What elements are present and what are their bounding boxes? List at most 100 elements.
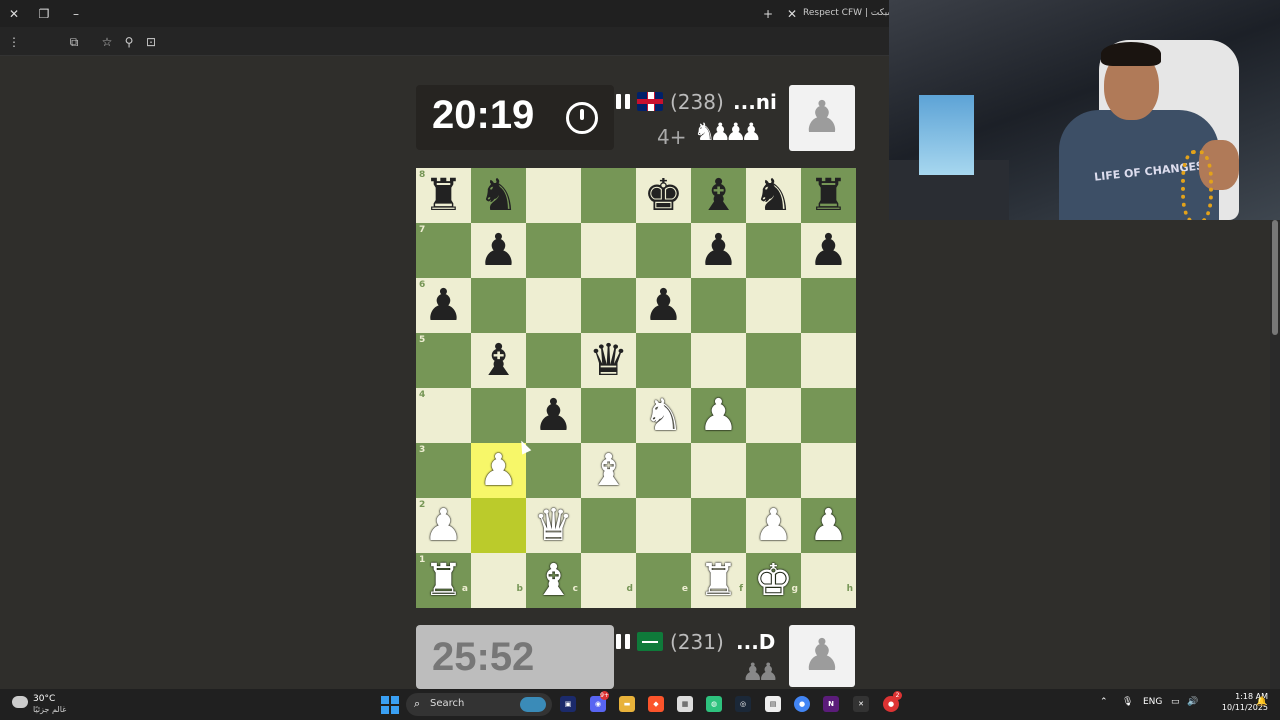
tab-title[interactable]: Respect CFW | ريسبكت [803,8,902,18]
black-rook-h8[interactable]: ♜ [801,168,856,223]
square-g7[interactable] [746,223,801,278]
white-pawn-b3[interactable]: ♟ [471,443,526,498]
white-pawn-h2[interactable]: ♟ [801,498,856,553]
bottom-player-name[interactable]: ...D [736,630,775,654]
square-d1[interactable]: d [581,553,636,608]
square-b6[interactable] [471,278,526,333]
black-knight-g8[interactable]: ♞ [746,168,801,223]
square-f5[interactable] [691,333,746,388]
top-player-avatar[interactable]: ♟ [789,85,855,151]
square-b4[interactable] [471,388,526,443]
square-b1[interactable]: b [471,553,526,608]
square-c8[interactable] [526,168,581,223]
bookmark-star-icon[interactable]: ☆ [99,34,115,50]
microphone-icon[interactable]: 🎙 [1122,697,1133,707]
top-player-name[interactable]: ...ni [733,90,777,114]
new-tab-icon[interactable]: + [758,4,778,24]
square-d4[interactable] [581,388,636,443]
square-a4[interactable]: 4 [416,388,471,443]
whatsapp-icon[interactable]: ◍ [706,696,722,712]
square-h6[interactable] [801,278,856,333]
black-bishop-f8[interactable]: ♝ [691,168,746,223]
white-pawn-a2[interactable]: ♟ [416,498,471,553]
square-a3[interactable]: 3 [416,443,471,498]
square-a5[interactable]: 5 [416,333,471,388]
language-indicator[interactable]: ENG [1143,697,1162,707]
chess-board[interactable]: 8 ♜ ♞ ♚ ♝ ♞ ♜ 7 ♟ ♟ ♟ 6 ♟ ♟ 5 ♝ ♛ 4 ♟ ♞ ♟ 3 ♟ ♝ 2 ♟ ♛ ♟ ♟ 1 a ♜ b c ♝ d e f ♜ g… [416,168,856,608]
square-d8[interactable] [581,168,636,223]
square-h1[interactable]: h [801,553,856,608]
square-e2[interactable] [636,498,691,553]
square-d2[interactable] [581,498,636,553]
white-bishop-d3[interactable]: ♝ [581,443,636,498]
square-g3[interactable] [746,443,801,498]
black-pawn-c4[interactable]: ♟ [526,388,581,443]
black-pawn-b7[interactable]: ♟ [471,223,526,278]
square-g6[interactable] [746,278,801,333]
black-knight-b8[interactable]: ♞ [471,168,526,223]
terminal-icon[interactable]: ✕ [853,696,869,712]
notepad-icon[interactable]: ▤ [765,696,781,712]
black-rook-a8[interactable]: ♜ [416,168,471,223]
square-f3[interactable] [691,443,746,498]
square-g5[interactable] [746,333,801,388]
zoom-icon[interactable]: ⚲ [121,34,137,50]
taskbar-search[interactable]: ⌕ Search [406,693,552,716]
white-knight-e4[interactable]: ♞ [636,388,691,443]
notifications-icon[interactable]: 🔔 [1256,697,1267,707]
square-b2[interactable] [471,498,526,553]
square-c7[interactable] [526,223,581,278]
network-icon[interactable]: ▭ [1171,697,1180,707]
black-pawn-f7[interactable]: ♟ [691,223,746,278]
close-window-icon[interactable]: ✕ [4,4,24,24]
restore-window-icon[interactable]: ❐ [34,4,54,24]
file-explorer-icon[interactable]: ▬ [619,696,635,712]
volume-icon[interactable]: 🔊 [1187,697,1198,707]
white-queen-c2[interactable]: ♛ [526,498,581,553]
install-app-icon[interactable]: ⊡ [143,34,159,50]
weather-partly-cloudy-icon[interactable] [10,692,28,708]
black-king-e8[interactable]: ♚ [636,168,691,223]
square-e3[interactable] [636,443,691,498]
weather-desc[interactable]: غالم جزئيًا [33,705,66,714]
scrollbar-thumb[interactable] [1272,220,1278,335]
white-pawn-f4[interactable]: ♟ [691,388,746,443]
square-e5[interactable] [636,333,691,388]
square-h3[interactable] [801,443,856,498]
white-bishop-c1[interactable]: ♝ [526,553,581,608]
square-c5[interactable] [526,333,581,388]
square-e7[interactable] [636,223,691,278]
square-e1[interactable]: e [636,553,691,608]
app-game-icon[interactable]: ▣ [560,696,576,712]
minimize-window-icon[interactable]: – [66,4,86,24]
white-pawn-g2[interactable]: ♟ [746,498,801,553]
square-d7[interactable] [581,223,636,278]
black-bishop-b5[interactable]: ♝ [471,333,526,388]
black-pawn-e6[interactable]: ♟ [636,278,691,333]
square-c6[interactable] [526,278,581,333]
square-c3[interactable] [526,443,581,498]
square-h4[interactable] [801,388,856,443]
weather-temp[interactable]: 30°C [33,694,55,704]
windows-start-icon[interactable] [381,696,399,714]
black-pawn-a6[interactable]: ♟ [416,278,471,333]
close-tab-icon[interactable]: ✕ [782,4,802,24]
square-g4[interactable] [746,388,801,443]
menu-dots-icon[interactable]: ⋮ [6,34,22,50]
square-a7[interactable]: 7 [416,223,471,278]
steam-icon[interactable]: ◎ [735,696,751,712]
white-rook-f1[interactable]: ♜ [691,553,746,608]
next-app-icon[interactable]: N [823,696,839,712]
square-f6[interactable] [691,278,746,333]
chrome-icon[interactable]: ● [794,696,810,712]
black-pawn-h7[interactable]: ♟ [801,223,856,278]
square-h5[interactable] [801,333,856,388]
black-queen-d5[interactable]: ♛ [581,333,636,388]
show-hidden-icons-icon[interactable]: ⌃ [1100,697,1108,707]
square-f2[interactable] [691,498,746,553]
white-rook-a1[interactable]: ♜ [416,553,471,608]
square-d6[interactable] [581,278,636,333]
calculator-icon[interactable]: ▦ [677,696,693,712]
white-king-g1[interactable]: ♚ [746,553,801,608]
bottom-player-avatar[interactable]: ♟ [789,625,855,687]
